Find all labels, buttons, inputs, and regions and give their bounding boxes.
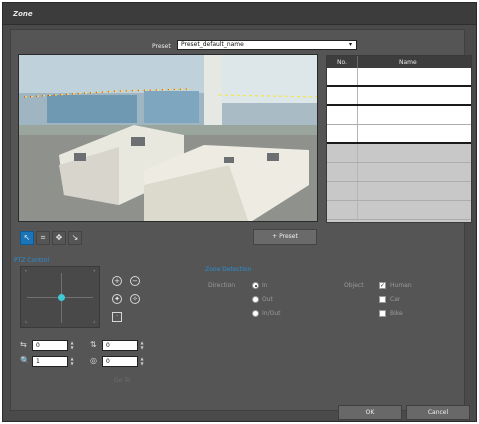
tilt-icon: ⇅ <box>90 340 97 349</box>
direction-label: Direction <box>208 282 236 289</box>
cell-divider <box>357 144 358 162</box>
pad-corner-mark: ⌝ <box>93 270 96 276</box>
cell-divider <box>357 182 358 200</box>
column-header-name: Name <box>399 59 417 66</box>
pan-input[interactable]: 0 ▲ ▼ <box>32 340 74 351</box>
pad-corner-mark: ⌞ <box>25 318 28 324</box>
object-human-checkbox[interactable]: ✓ <box>379 282 386 289</box>
table-row[interactable] <box>327 144 471 163</box>
ptz-control-title: PTZ Control <box>14 257 49 264</box>
ptz-position-handle[interactable] <box>58 294 65 301</box>
table-row[interactable] <box>327 68 471 87</box>
cancel-button[interactable]: Cancel <box>406 405 470 420</box>
select-arrow-icon[interactable]: ↖ <box>20 231 34 245</box>
zoom-stepper-icon[interactable]: ▲ ▼ <box>68 356 76 367</box>
table-row[interactable] <box>327 182 471 201</box>
object-bike-label: Bike <box>390 310 403 317</box>
focus-stepper-icon[interactable]: ▲ ▼ <box>138 356 146 367</box>
preset-select[interactable]: Preset_default_name ▾ <box>177 40 357 50</box>
cell-divider <box>357 106 358 124</box>
pad-corner-mark: ⌜ <box>25 270 28 276</box>
pan-stepper-icon[interactable]: ▲ ▼ <box>68 340 76 351</box>
tilt-stepper-icon[interactable]: ▲ ▼ <box>138 340 146 351</box>
object-human-label: Human <box>390 282 412 289</box>
table-row[interactable] <box>327 201 471 220</box>
object-bike-checkbox[interactable] <box>379 310 386 317</box>
focus-near-icon[interactable]: ✦ <box>112 294 122 304</box>
cell-divider <box>357 201 358 219</box>
direction-in-label: In <box>262 282 268 289</box>
focus-input[interactable]: 0 ▲ ▼ <box>102 356 144 367</box>
ptz-joystick-pad[interactable]: ⌜ ⌝ ⌞ ⌟ <box>20 266 100 328</box>
zoom-in-icon[interactable]: + <box>112 276 122 286</box>
camera-preview[interactable] <box>18 54 318 222</box>
focus-icon: ◎ <box>90 356 97 365</box>
ok-button[interactable]: OK <box>338 405 402 420</box>
table-row[interactable] <box>327 87 471 106</box>
preset-table-header: No. Name <box>327 56 471 68</box>
window-title: Zone <box>13 10 33 18</box>
table-row[interactable] <box>327 163 471 182</box>
zoom-icon: 🔍 <box>20 356 30 365</box>
goto-button[interactable]: Go To <box>114 377 131 384</box>
column-header-no: No. <box>337 59 347 66</box>
zone-detection-title: Zone Detection <box>205 266 252 273</box>
direction-in-radio[interactable] <box>252 282 259 289</box>
move-icon[interactable]: ✥ <box>52 231 66 245</box>
add-preset-button[interactable]: + Preset <box>253 229 317 245</box>
direction-out-radio[interactable] <box>252 296 259 303</box>
preset-label: Preset <box>152 43 171 50</box>
zoom-value: 1 <box>36 358 40 365</box>
cell-divider <box>357 68 358 85</box>
cell-divider <box>357 163 358 181</box>
camera-scene-image <box>19 55 317 221</box>
table-row[interactable] <box>327 106 471 125</box>
preset-table: No. Name <box>326 55 472 223</box>
pan-value: 0 <box>36 342 40 349</box>
column-divider <box>357 56 358 68</box>
grid-icon[interactable]: ⌗ <box>36 231 50 245</box>
zoom-input[interactable]: 1 ▲ ▼ <box>32 356 74 367</box>
cell-divider <box>357 125 358 142</box>
object-car-checkbox[interactable] <box>379 296 386 303</box>
tilt-input[interactable]: 0 ▲ ▼ <box>102 340 144 351</box>
table-row[interactable] <box>327 125 471 144</box>
direction-inout-label: In/Out <box>262 310 281 317</box>
direction-inout-radio[interactable] <box>252 310 259 317</box>
tilt-value: 0 <box>106 342 110 349</box>
focus-far-icon[interactable]: ✧ <box>130 294 140 304</box>
preset-select-value: Preset_default_name <box>181 41 244 48</box>
title-bar[interactable]: Zone <box>3 3 476 25</box>
resize-icon[interactable]: ↘ <box>68 231 82 245</box>
object-car-label: Car <box>390 296 401 303</box>
auto-focus-icon[interactable]: · <box>112 312 122 322</box>
cell-divider <box>357 87 358 104</box>
focus-value: 0 <box>106 358 110 365</box>
pad-corner-mark: ⌟ <box>93 318 96 324</box>
object-label: Object <box>344 282 364 289</box>
pan-icon: ⇆ <box>20 340 27 349</box>
chevron-down-icon: ▾ <box>348 41 352 48</box>
direction-out-label: Out <box>262 296 273 303</box>
zoom-out-icon[interactable]: − <box>130 276 140 286</box>
